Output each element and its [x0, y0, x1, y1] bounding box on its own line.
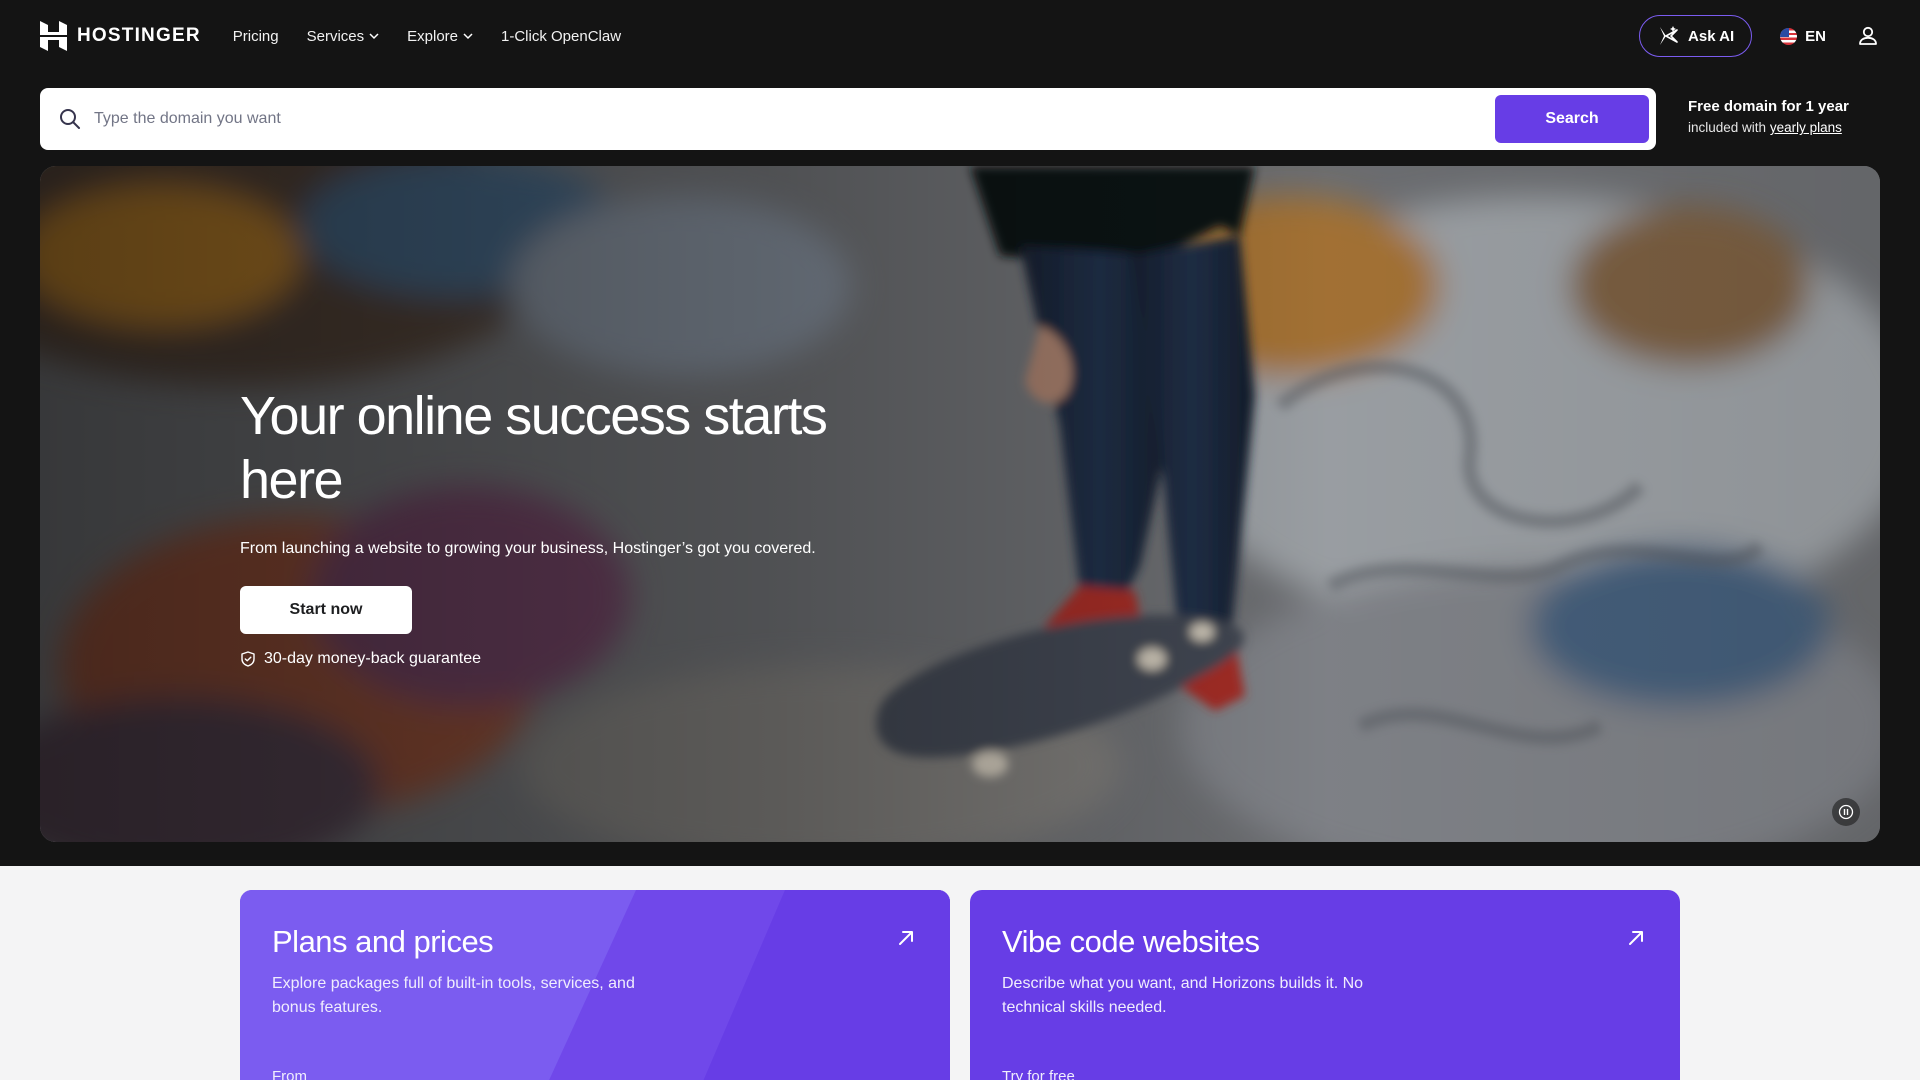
card-extra-text: Try for free — [1002, 1068, 1075, 1080]
arrow-up-right-icon — [1629, 931, 1643, 945]
language-code: EN — [1805, 27, 1826, 45]
brand-logo[interactable]: HOSTINGER — [40, 21, 201, 51]
hostinger-logo-icon — [40, 21, 67, 51]
plans-and-prices-card[interactable]: Plans and prices Explore packages full o… — [240, 890, 950, 1080]
hero-title: Your online success starts here — [240, 386, 828, 510]
domain-search-bar: Search — [40, 88, 1656, 150]
search-button[interactable]: Search — [1495, 95, 1649, 143]
card-description: Explore packages full of built-in tools,… — [272, 975, 635, 1016]
vibe-code-websites-card[interactable]: Vibe code websites Describe what you wan… — [970, 890, 1680, 1080]
money-back-guarantee: 30-day money-back guarantee — [240, 650, 860, 668]
card-title: Plans and prices — [272, 924, 494, 959]
hero-banner: Your online success starts here From lau… — [40, 166, 1880, 842]
start-now-button[interactable]: Start now — [240, 586, 412, 634]
nav-item-pricing[interactable]: Pricing — [233, 28, 279, 45]
chevron-down-icon — [463, 33, 473, 40]
chevron-down-icon — [369, 33, 379, 40]
domain-search-input[interactable] — [94, 110, 1495, 128]
us-flag-icon — [1780, 27, 1798, 45]
nav-item-label: Services — [306, 27, 365, 45]
hero-subtitle: From launching a website to growing your… — [240, 540, 816, 557]
nav-item-services[interactable]: Services — [307, 28, 380, 45]
hero-content: Your online success starts here From lau… — [240, 384, 860, 668]
promo-title: Free domain for 1 year — [1688, 98, 1849, 115]
header-actions: Ask AI EN — [1639, 15, 1880, 57]
search-icon — [60, 109, 80, 129]
ask-ai-button[interactable]: Ask AI — [1639, 15, 1753, 57]
card-title: Vibe code websites — [1002, 924, 1260, 959]
feature-cards-section: Plans and prices Explore packages full o… — [0, 866, 1920, 1080]
yearly-plans-link[interactable]: yearly plans — [1770, 120, 1842, 135]
promo-subtitle: included with yearly plans — [1688, 120, 1849, 135]
nav-item-explore[interactable]: Explore — [407, 28, 473, 45]
nav-item-label: Explore — [407, 27, 459, 45]
brand-name: HOSTINGER — [77, 25, 201, 46]
pause-icon — [1838, 804, 1854, 820]
arrow-up-right-icon — [899, 931, 913, 945]
user-icon[interactable] — [1856, 24, 1880, 48]
ai-sparkle-icon — [1660, 26, 1678, 45]
card-price-prefix: From — [272, 1068, 307, 1080]
video-pause-button[interactable] — [1832, 798, 1860, 826]
free-domain-promo: Free domain for 1 year included with yea… — [1688, 98, 1849, 135]
guarantee-text: 30-day money-back guarantee — [264, 650, 482, 667]
shield-check-icon — [241, 651, 255, 667]
nav-item-label: Pricing — [232, 27, 279, 45]
nav-item-openclaw[interactable]: 1-Click OpenClaw — [501, 28, 621, 45]
card-description: Describe what you want, and Horizons bui… — [1002, 975, 1364, 1016]
language-selector[interactable]: EN — [1780, 27, 1826, 45]
nav-item-label: 1-Click OpenClaw — [501, 27, 622, 45]
top-navigation: HOSTINGER Pricing Services Explore 1-Cli… — [0, 0, 1920, 72]
promo-sub-prefix: included with — [1688, 120, 1767, 135]
ask-ai-label: Ask AI — [1688, 27, 1735, 45]
main-nav: Pricing Services Explore 1-Click OpenCla… — [233, 28, 621, 45]
